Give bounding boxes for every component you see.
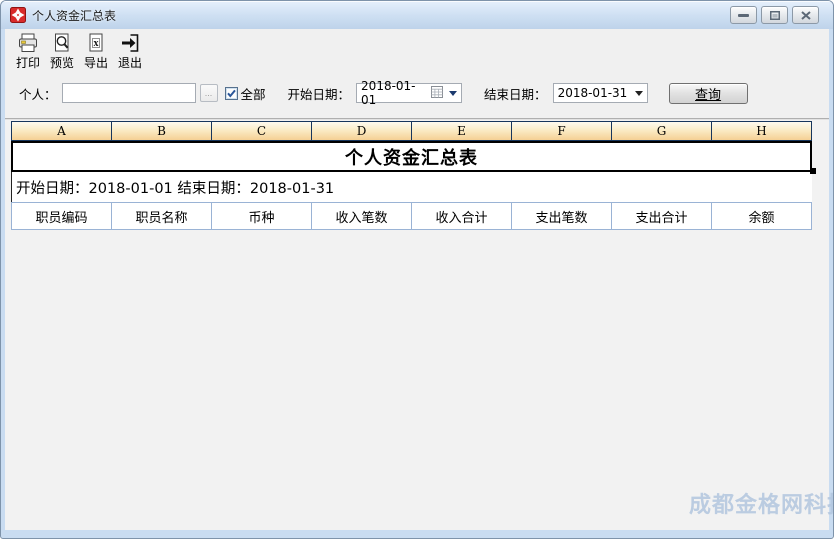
report-header-cell[interactable]: 收入合计 — [412, 203, 512, 229]
report-header-row: 职员编码 职员名称 币种 收入笔数 收入合计 支出笔数 支出合计 余额 — [11, 202, 812, 230]
preview-icon — [51, 33, 73, 53]
tool-label: 打印 — [16, 54, 40, 71]
chevron-down-icon — [635, 91, 643, 96]
browse-button[interactable]: ... — [200, 84, 218, 102]
report-header-cell[interactable]: 支出合计 — [612, 203, 712, 229]
query-button[interactable]: 查询 — [669, 83, 748, 104]
start-date-label: 开始日期： — [288, 84, 351, 103]
close-button[interactable] — [792, 6, 819, 24]
exit-button[interactable]: 退出 — [114, 33, 146, 71]
person-input[interactable] — [62, 83, 196, 103]
window-title: 个人资金汇总表 — [32, 7, 730, 24]
start-date-value: 2018-01-01 — [361, 79, 427, 107]
report-header-cell[interactable]: 收入笔数 — [312, 203, 412, 229]
export-button[interactable]: x 导出 — [80, 33, 112, 71]
start-date-picker[interactable]: 2018-01-01 — [356, 83, 462, 103]
report-header-cell[interactable]: 职员编码 — [12, 203, 112, 229]
report-header-cell[interactable]: 币种 — [212, 203, 312, 229]
report-title: 个人资金汇总表 — [11, 141, 812, 172]
titlebar[interactable]: 个人资金汇总表 — [1, 1, 833, 29]
filter-bar: 个人： ... 全部 开始日期： 2018-01-01 — [19, 81, 748, 105]
toolbar: 打印 预览 x — [12, 33, 146, 71]
calendar-icon — [431, 86, 443, 101]
window-content: 打印 预览 x — [5, 29, 829, 530]
column-letter-band: A B C D E F G H — [11, 121, 812, 141]
export-icon: x — [85, 33, 107, 53]
preview-button[interactable]: 预览 — [46, 33, 78, 71]
column-letter[interactable]: B — [112, 122, 212, 140]
svg-text:x: x — [94, 38, 99, 49]
person-label: 个人： — [19, 84, 57, 103]
report-grid: A B C D E F G H 个人资金汇总表 开始日期：2018-01-01 … — [11, 121, 812, 230]
report-header-cell[interactable]: 支出笔数 — [512, 203, 612, 229]
report-date-range: 开始日期：2018-01-01 结束日期：2018-01-31 — [11, 172, 812, 202]
column-letter[interactable]: H — [712, 122, 811, 140]
column-letter[interactable]: D — [312, 122, 412, 140]
end-date-value: 2018-01-31 — [558, 86, 632, 100]
end-date-label: 结束日期： — [484, 84, 547, 103]
report-header-cell[interactable]: 职员名称 — [112, 203, 212, 229]
app-window: 个人资金汇总表 — [0, 0, 834, 539]
column-letter[interactable]: C — [212, 122, 312, 140]
column-letter[interactable]: F — [512, 122, 612, 140]
report-header-cell[interactable]: 余额 — [712, 203, 811, 229]
tool-label: 预览 — [50, 54, 74, 71]
exit-icon — [119, 33, 141, 53]
end-date-picker[interactable]: 2018-01-31 — [553, 83, 648, 103]
column-letter[interactable]: A — [12, 122, 112, 140]
chevron-down-icon — [449, 91, 457, 96]
all-checkbox-label: 全部 — [241, 84, 266, 103]
app-icon — [10, 7, 26, 23]
column-letter[interactable]: G — [612, 122, 712, 140]
minimize-button[interactable] — [730, 6, 757, 24]
printer-icon — [17, 33, 39, 53]
tool-label: 退出 — [118, 54, 142, 71]
all-checkbox[interactable] — [225, 87, 238, 100]
maximize-button[interactable] — [761, 6, 788, 24]
print-button[interactable]: 打印 — [12, 33, 44, 71]
column-letter[interactable]: E — [412, 122, 512, 140]
tool-label: 导出 — [84, 54, 108, 71]
window-controls — [730, 6, 819, 24]
